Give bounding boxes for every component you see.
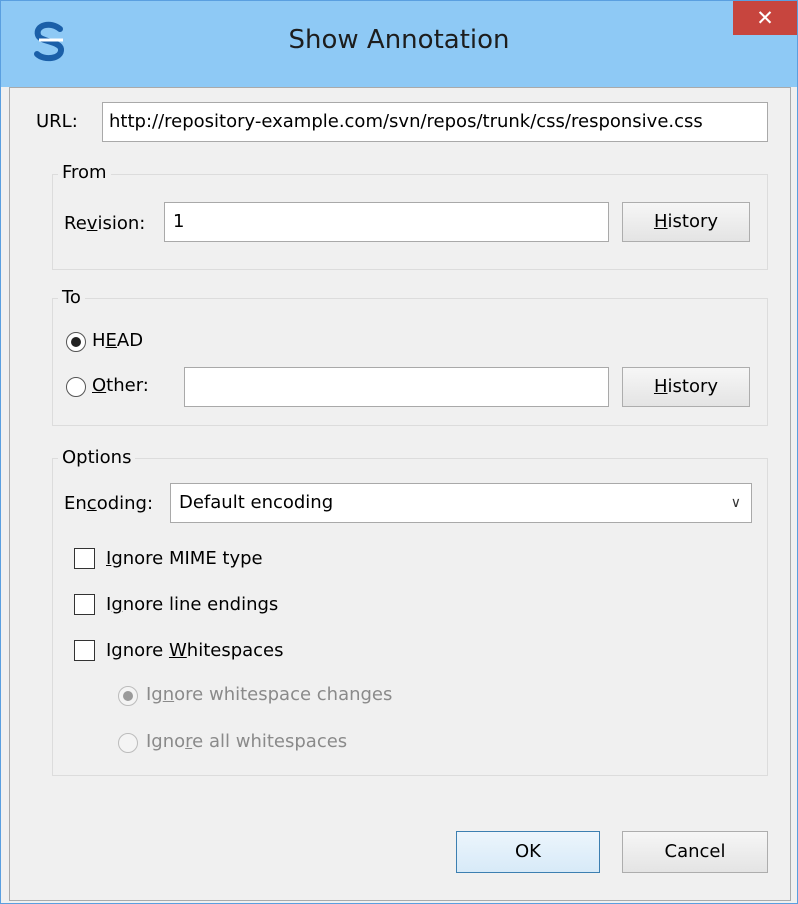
head-radio-label: HEAD bbox=[92, 330, 144, 351]
encoding-value: Default encoding bbox=[179, 492, 334, 513]
other-radio-label: Other: bbox=[92, 375, 149, 396]
head-radio[interactable] bbox=[66, 332, 86, 352]
ignore-line-endings-label: Ignore line endings bbox=[106, 594, 279, 615]
ignore-line-endings-checkbox[interactable] bbox=[74, 594, 95, 615]
ignore-whitespace-changes-radio[interactable] bbox=[118, 686, 138, 706]
options-group-title: Options bbox=[58, 447, 136, 468]
title-bar[interactable]: Show Annotation ✕ bbox=[1, 1, 797, 87]
cancel-button[interactable]: Cancel bbox=[622, 831, 768, 873]
ignore-mime-checkbox[interactable] bbox=[74, 548, 95, 569]
revision-input[interactable]: 1 bbox=[164, 202, 609, 242]
other-radio[interactable] bbox=[66, 377, 86, 397]
encoding-dropdown[interactable]: Default encoding ∨ bbox=[170, 483, 752, 523]
ok-button[interactable]: OK bbox=[456, 831, 600, 873]
url-field: http://repository-example.com/svn/repos/… bbox=[102, 102, 768, 142]
from-history-button[interactable]: History bbox=[622, 202, 750, 242]
ignore-whitespaces-checkbox[interactable] bbox=[74, 640, 95, 661]
close-icon: ✕ bbox=[756, 6, 774, 30]
ignore-mime-label: Ignore MIME type bbox=[106, 548, 263, 569]
revision-label: Revision: bbox=[64, 213, 146, 234]
encoding-label: Encoding: bbox=[64, 493, 154, 514]
show-annotation-dialog: Show Annotation ✕ URL: http://repository… bbox=[0, 0, 798, 904]
other-revision-input[interactable] bbox=[184, 367, 609, 407]
dialog-body: URL: http://repository-example.com/svn/r… bbox=[9, 87, 791, 901]
window-title: Show Annotation bbox=[288, 25, 510, 55]
close-button[interactable]: ✕ bbox=[733, 1, 797, 35]
to-group-title: To bbox=[58, 287, 85, 308]
chevron-down-icon: ∨ bbox=[730, 495, 741, 511]
url-label: URL: bbox=[36, 111, 78, 132]
ignore-all-whitespaces-label: Ignore all whitespaces bbox=[146, 731, 348, 752]
to-history-button[interactable]: History bbox=[622, 367, 750, 407]
ignore-whitespaces-label: Ignore Whitespaces bbox=[106, 640, 284, 661]
from-group-title: From bbox=[58, 162, 111, 183]
ignore-whitespace-changes-label: Ignore whitespace changes bbox=[146, 684, 393, 705]
ignore-all-whitespaces-radio[interactable] bbox=[118, 733, 138, 753]
